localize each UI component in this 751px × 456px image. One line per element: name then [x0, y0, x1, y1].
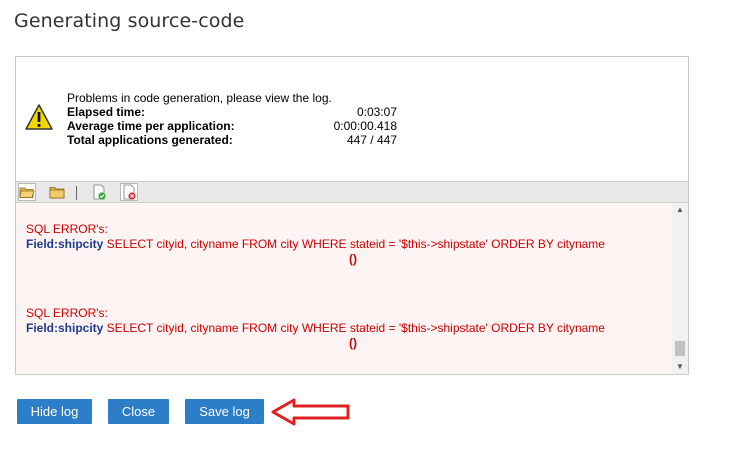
stat-total-apps: Total applications generated: 447 / 447 — [67, 133, 397, 147]
log-toolbar — [16, 181, 688, 203]
log-entry: SQL ERROR's: Field:shipcity SELECT cityi… — [26, 306, 666, 351]
warning-icon — [25, 104, 53, 130]
summary-message: Problems in code generation, please view… — [67, 91, 332, 105]
log-entry-suffix: () — [349, 336, 357, 350]
document-error-icon[interactable] — [120, 183, 138, 201]
log-entry: SQL ERROR's: Field:shipcity SELECT cityi… — [26, 222, 666, 267]
stat-average-time: Average time per application: 0:00:00.41… — [67, 119, 397, 133]
dialog-title: Generating source-code — [14, 10, 245, 32]
folder-open-icon[interactable] — [18, 183, 36, 201]
stat-value: 0:00:00.418 — [333, 119, 397, 133]
log-entry-query: SELECT cityid, cityname FROM city WHERE … — [103, 237, 605, 251]
save-log-button[interactable]: Save log — [185, 399, 264, 424]
stat-label: Elapsed time: — [67, 105, 146, 119]
stat-label: Total applications generated: — [67, 133, 233, 147]
scroll-up-arrow-icon[interactable]: ▲ — [672, 203, 688, 217]
log-scrollbar[interactable]: ▲ ▼ — [672, 203, 688, 374]
log-entry-query: SELECT cityid, cityname FROM city WHERE … — [103, 321, 605, 335]
stat-value: 0:03:07 — [356, 105, 397, 119]
log-entry-field: Field:shipcity — [26, 237, 104, 251]
log-entry-field: Field:shipcity — [26, 321, 104, 335]
toolbar-separator — [76, 186, 77, 200]
folder-icon[interactable] — [48, 183, 66, 201]
log-entry-title: SQL ERROR's: — [26, 306, 108, 320]
scroll-down-arrow-icon[interactable]: ▼ — [672, 360, 688, 374]
log-area[interactable]: SQL ERROR's: Field:shipcity SELECT cityi… — [16, 203, 688, 374]
generation-panel: Problems in code generation, please view… — [15, 56, 689, 375]
hide-log-button[interactable]: Hide log — [17, 399, 92, 424]
log-entry-suffix: () — [349, 252, 357, 266]
scrollbar-thumb[interactable] — [675, 341, 685, 356]
stat-value: 447 / 447 — [346, 133, 397, 147]
log-entry-line: Field:shipcity SELECT cityid, cityname F… — [26, 321, 666, 336]
close-button[interactable]: Close — [108, 399, 169, 424]
log-entry-title: SQL ERROR's: — [26, 222, 108, 236]
document-check-icon[interactable] — [90, 183, 108, 201]
stat-elapsed-time: Elapsed time: 0:03:07 — [67, 105, 397, 119]
log-entry-line: Field:shipcity SELECT cityid, cityname F… — [26, 237, 666, 252]
summary-section: Problems in code generation, please view… — [16, 57, 688, 181]
annotation-arrow-icon — [271, 398, 350, 426]
stat-label: Average time per application: — [67, 119, 235, 133]
